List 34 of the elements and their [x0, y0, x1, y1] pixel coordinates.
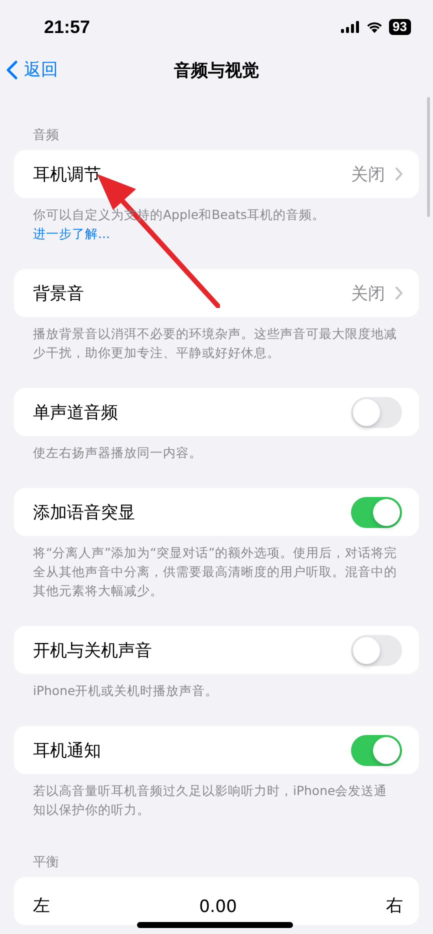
- row-label: 单声道音频: [33, 402, 119, 424]
- right-label: 右: [386, 895, 403, 917]
- chevron-icon: [395, 286, 403, 300]
- toggle-switch[interactable]: [351, 734, 402, 766]
- row-label: 开机与关机声音: [33, 640, 153, 662]
- row-label: 添加语音突显: [33, 502, 136, 524]
- learn-more-link[interactable]: 进一步了解...: [33, 226, 110, 241]
- settings-row[interactable]: 背景音 关闭: [14, 269, 419, 317]
- row-label: 耳机调节: [33, 164, 102, 186]
- toggle-switch[interactable]: [351, 496, 402, 528]
- back-chevron-icon: [6, 60, 18, 80]
- section-footer: 播放背景音以消弭不必要的环境杂声。这些声音可最大限度地减少干扰，助你更加专注、平静或好好休息。: [14, 317, 419, 362]
- status-time: 21:57: [44, 16, 90, 38]
- page-title: 音频与视觉: [174, 60, 259, 82]
- balance-value: 0.00: [199, 897, 237, 917]
- row-value: 关闭: [351, 282, 385, 304]
- section-header: 音频: [32, 127, 60, 145]
- section-footer: 将“分离人声”添加为“突显对话”的额外选项。使用后，对话将完全从其他声音中分离，供需要最高清晰度的用户听取。混音中的其他元素将大幅减少。: [14, 536, 419, 600]
- back-button[interactable]: 返回: [6, 58, 58, 81]
- left-label: 左: [33, 895, 50, 917]
- toggle-switch[interactable]: [351, 634, 402, 666]
- toggle-switch[interactable]: [351, 396, 402, 428]
- section-footer: 使左右扬声器播放同一内容。: [14, 436, 419, 462]
- wifi-icon: [366, 21, 383, 33]
- section-footer: iPhone开机或关机时播放声音。: [14, 674, 419, 700]
- signal-icon: [340, 21, 360, 33]
- section-header: 平衡: [32, 854, 60, 872]
- row-label: 背景音: [33, 282, 85, 304]
- battery-level: 93: [388, 19, 411, 35]
- settings-row[interactable]: 耳机调节 关闭: [14, 150, 419, 198]
- chevron-icon: [395, 167, 403, 181]
- section-footer: 若以高音量听耳机音频过久足以影响听力时，iPhone会发送通知以保护你的听力。: [14, 774, 419, 819]
- row-label: 耳机通知: [33, 740, 102, 762]
- row-value: 关闭: [351, 164, 385, 186]
